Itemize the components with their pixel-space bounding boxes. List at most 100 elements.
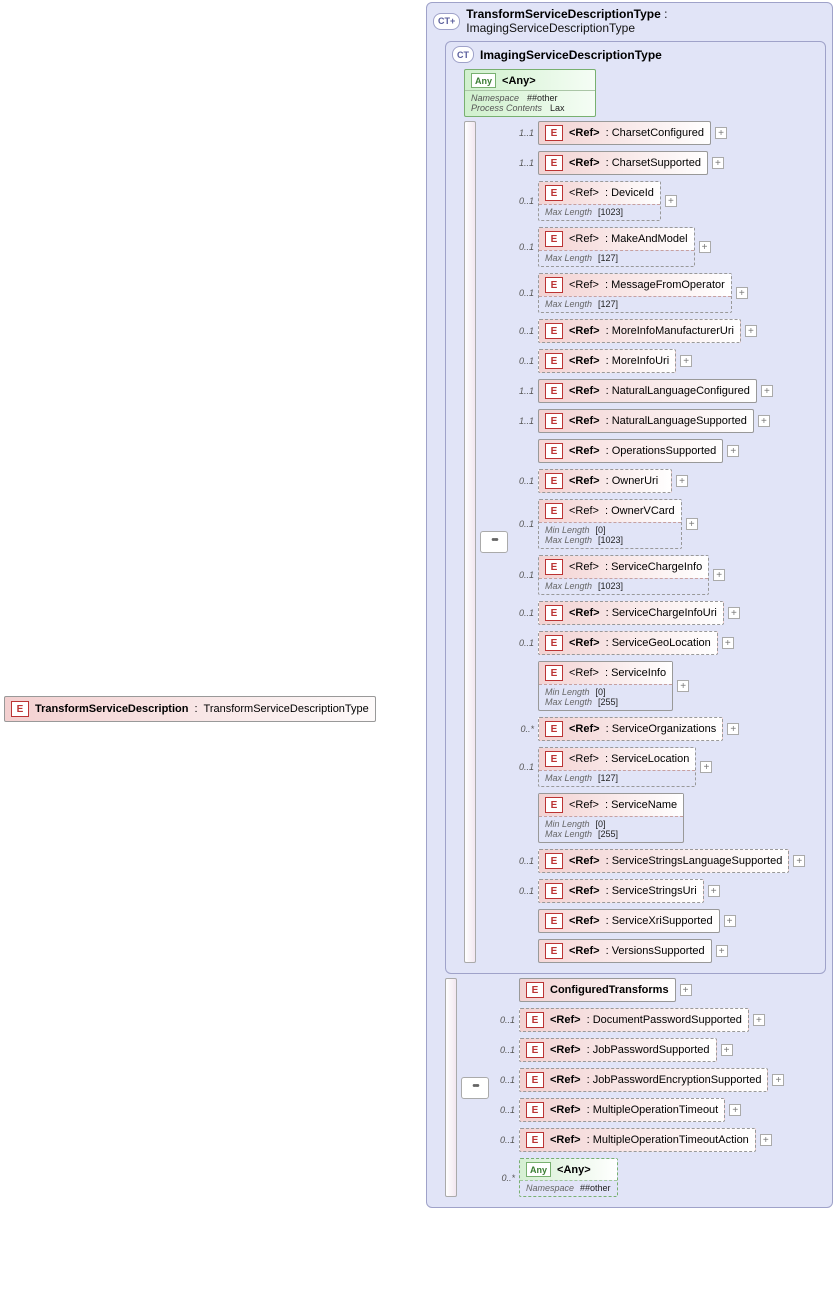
ref-box: E<Ref> : ServiceNameMin Length[0]Max Len…: [538, 793, 684, 843]
ref-token: <Ref>: [569, 915, 600, 927]
ref-token: <Ref>: [550, 1104, 581, 1116]
root-element-type: TransformServiceDescriptionType: [204, 703, 369, 715]
cardinality-label: 0..1: [514, 762, 534, 772]
expand-icon[interactable]: +: [680, 355, 692, 367]
expand-icon[interactable]: +: [715, 127, 727, 139]
ref-name: : ServiceInfo: [605, 667, 666, 679]
expand-icon[interactable]: +: [736, 287, 748, 299]
ref-token: <Ref>: [569, 415, 600, 427]
complextype-inner-title: ImagingServiceDescriptionType: [480, 48, 662, 62]
ref-row: 0..1E<Ref> : MultipleOperationTimeoutAct…: [495, 1128, 826, 1152]
expand-icon[interactable]: +: [758, 415, 770, 427]
expand-icon[interactable]: +: [713, 569, 725, 581]
ref-token: <Ref>: [569, 279, 599, 291]
ref-box: E<Ref> : ServiceChargeInfoUri: [538, 601, 724, 625]
ref-box: E<Ref> : OwnerUri: [538, 469, 672, 493]
ref-row: 0..1 E<Ref> : MoreInfoUri +: [514, 349, 819, 373]
ref-box: E<Ref> : ServiceChargeInfoMax Length[102…: [538, 555, 709, 595]
maxlength-label: Max Length: [545, 829, 592, 839]
cardinality-label: 0..1: [514, 886, 534, 896]
ref-name: : ServiceStringsUri: [606, 885, 697, 897]
ref-row: 0..1E<Ref> : ServiceChargeInfoUri+: [514, 601, 819, 625]
element-badge-icon: E: [526, 1102, 544, 1118]
ref-box: E<Ref> : CharsetConfigured: [538, 121, 711, 145]
cardinality-label: 0..1: [495, 1075, 515, 1085]
expand-icon[interactable]: +: [680, 984, 692, 996]
element-badge-icon: E: [545, 751, 563, 767]
expand-icon[interactable]: +: [686, 518, 698, 530]
any-namespace-value: ##other: [527, 93, 558, 103]
expand-icon[interactable]: +: [708, 885, 720, 897]
ref-row: 0..1E<Ref> : MoreInfoManufacturerUri+: [514, 319, 819, 343]
minlength-value: [0]: [596, 525, 606, 535]
sequence-marker-icon: [480, 531, 508, 553]
expand-icon[interactable]: +: [760, 1134, 772, 1146]
expand-icon[interactable]: +: [677, 680, 689, 692]
ref-box: E<Ref> : MakeAndModelMax Length[127]: [538, 227, 695, 267]
ref-name: : DocumentPasswordSupported: [587, 1014, 742, 1026]
ref-row: E<Ref> : OperationsSupported+: [514, 439, 819, 463]
ref-row: 0..1E<Ref> : JobPasswordEncryptionSuppor…: [495, 1068, 826, 1092]
expand-icon[interactable]: +: [745, 325, 757, 337]
expand-icon[interactable]: +: [721, 1044, 733, 1056]
expand-icon[interactable]: +: [761, 385, 773, 397]
ref-box: E<Ref> : MessageFromOperatorMax Length[1…: [538, 273, 732, 313]
element-badge-icon: E: [545, 277, 563, 293]
any-namespace-label: Namespace: [526, 1183, 574, 1193]
ref-box: E<Ref> : CharsetSupported: [538, 151, 708, 175]
expand-icon[interactable]: +: [699, 241, 711, 253]
complextype-outer-header: CT+ TransformServiceDescriptionType : Im…: [427, 3, 832, 39]
ref-box: E<Ref> : ServiceGeoLocation: [538, 631, 718, 655]
cardinality-label: 0..1: [514, 856, 534, 866]
ref-row: 0..1E<Ref> : DeviceIdMax Length[1023]+: [514, 181, 819, 221]
ref-token: <Ref>: [569, 233, 599, 245]
expand-icon[interactable]: +: [724, 915, 736, 927]
expand-icon[interactable]: +: [727, 723, 739, 735]
minlength-label: Min Length: [545, 687, 590, 697]
cardinality-label: 0..1: [514, 519, 534, 529]
cardinality-label: 0..1: [514, 570, 534, 580]
expand-icon[interactable]: +: [700, 761, 712, 773]
expand-icon[interactable]: +: [722, 637, 734, 649]
ref-token: <Ref>: [550, 1014, 581, 1026]
expand-icon[interactable]: +: [665, 195, 677, 207]
element-badge-icon: E: [545, 185, 563, 201]
expand-icon[interactable]: +: [772, 1074, 784, 1086]
expand-icon[interactable]: +: [753, 1014, 765, 1026]
expand-icon[interactable]: +: [728, 607, 740, 619]
complextype-extension-icon: CT+: [433, 13, 460, 30]
ref-name: : OwnerUri: [606, 475, 659, 487]
ref-row: 1..1E<Ref> : CharsetSupported+: [514, 151, 819, 175]
ref-row: 1..1E<Ref> : CharsetConfigured+: [514, 121, 819, 145]
any-namespace-value: ##other: [580, 1183, 611, 1193]
ref-name: : ServiceLocation: [605, 753, 689, 765]
element-badge-icon: E: [545, 797, 563, 813]
any-badge-icon: Any: [471, 73, 496, 88]
maxlength-value: [1023]: [598, 535, 623, 545]
ref-row: 1..1E<Ref> : NaturalLanguageConfigured+: [514, 379, 819, 403]
ref-name: : ServiceStringsLanguageSupported: [606, 855, 783, 867]
expand-icon[interactable]: +: [727, 445, 739, 457]
cardinality-label: 0..1: [514, 476, 534, 486]
element-badge-icon: E: [545, 125, 563, 141]
ref-name: : JobPasswordSupported: [587, 1044, 710, 1056]
ref-box: E<Ref> : MultipleOperationTimeoutAction: [519, 1128, 756, 1152]
expand-icon[interactable]: +: [716, 945, 728, 957]
expand-icon[interactable]: +: [712, 157, 724, 169]
ref-token: <Ref>: [569, 475, 600, 487]
cardinality-label: 1..1: [514, 386, 534, 396]
ref-row: 0..*E<Ref> : ServiceOrganizations+: [514, 717, 819, 741]
ref-token: <Ref>: [550, 1044, 581, 1056]
complextype-inner-header: CT ImagingServiceDescriptionType: [446, 42, 825, 67]
element-badge-icon: E: [545, 503, 563, 519]
cardinality-label: 0..1: [514, 356, 534, 366]
ref-row: 0..1E<Ref> : ServiceGeoLocation+: [514, 631, 819, 655]
expand-icon[interactable]: +: [729, 1104, 741, 1116]
ref-token: <Ref>: [569, 187, 599, 199]
element-badge-icon: E: [545, 559, 563, 575]
expand-icon[interactable]: +: [676, 475, 688, 487]
element-badge-icon: E: [545, 155, 563, 171]
expand-icon[interactable]: +: [793, 855, 805, 867]
ref-box: E<Ref> : MoreInfoUri: [538, 349, 676, 373]
root-element: E TransformServiceDescription : Transfor…: [4, 696, 376, 722]
